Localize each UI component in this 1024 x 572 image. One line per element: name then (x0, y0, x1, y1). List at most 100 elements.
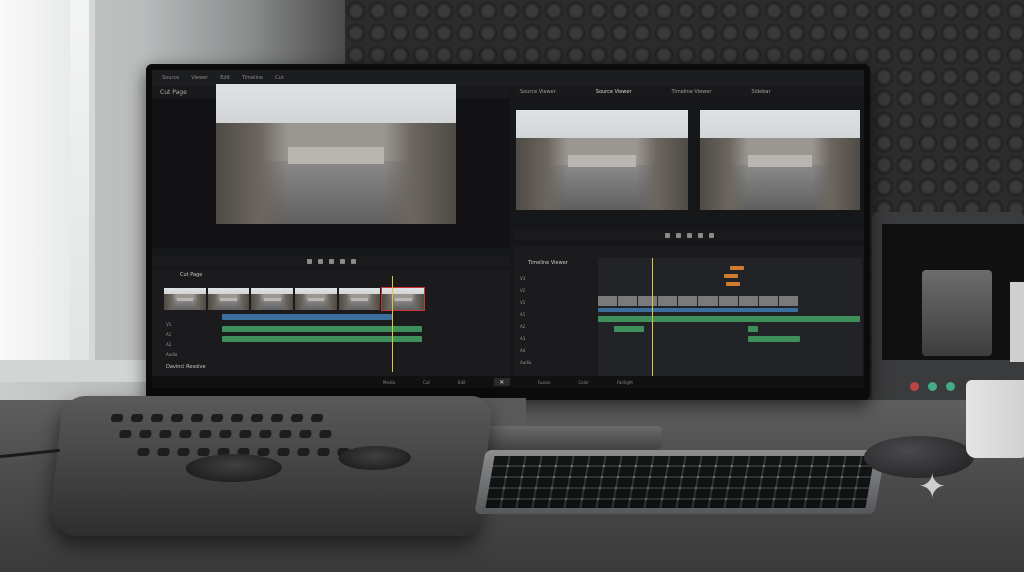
play-icon[interactable] (317, 258, 323, 264)
toolbar-tab-edit[interactable]: Edit (220, 75, 230, 81)
console-key[interactable] (298, 430, 312, 438)
right-tool-sidebar[interactable]: Sidebar (751, 89, 770, 95)
nav-color[interactable]: Color (579, 380, 589, 385)
console-key[interactable] (270, 414, 284, 422)
street-image (164, 288, 206, 310)
jog-wheel[interactable] (184, 454, 284, 482)
timeline-track-area[interactable] (598, 258, 862, 378)
track-label: A2 (166, 342, 172, 347)
console-key[interactable] (138, 430, 152, 438)
console-key[interactable] (130, 414, 144, 422)
playhead[interactable] (392, 276, 393, 372)
window-sill (0, 360, 150, 382)
keyframe-marker[interactable] (730, 266, 744, 270)
audio-clip[interactable] (598, 316, 860, 322)
console-key[interactable] (278, 430, 292, 438)
console-key[interactable] (238, 430, 252, 438)
nav-active-close-icon[interactable]: ✕ (493, 378, 510, 386)
shuttle-knob[interactable] (337, 446, 413, 470)
editing-console (48, 396, 494, 536)
console-key[interactable] (118, 430, 132, 438)
right-timeline: Timeline Viewer V3 V2 V1 A1 A2 A3 A4 Aud… (514, 246, 864, 386)
console-key[interactable] (170, 414, 184, 422)
keyframe-marker[interactable] (726, 282, 740, 286)
console-key[interactable] (257, 448, 270, 456)
track-label: V3 (520, 276, 526, 281)
console-key[interactable] (297, 448, 310, 456)
console-key[interactable] (317, 448, 330, 456)
audio-clip[interactable] (748, 326, 758, 332)
console-key[interactable] (318, 430, 332, 438)
forward-icon[interactable] (697, 232, 703, 238)
console-key[interactable] (178, 430, 192, 438)
console-key[interactable] (177, 448, 190, 456)
toolbar-tab-source[interactable]: Source (162, 75, 179, 81)
console-key[interactable] (230, 414, 244, 422)
video-clip-strip[interactable] (598, 296, 798, 306)
console-key[interactable] (310, 414, 324, 422)
console-key[interactable] (218, 430, 232, 438)
stop-icon[interactable] (686, 232, 692, 238)
clip-frame (778, 296, 798, 306)
console-key[interactable] (258, 430, 272, 438)
clip-thumbnail[interactable] (164, 288, 206, 310)
nav-edit[interactable]: Edit (458, 380, 466, 385)
clip-thumbnail[interactable] (295, 288, 337, 310)
stop-icon[interactable] (328, 258, 334, 264)
console-key[interactable] (277, 448, 290, 456)
video-clip[interactable] (598, 308, 798, 312)
nav-media[interactable]: Media (383, 380, 395, 385)
console-key[interactable] (190, 414, 204, 422)
audio-clip[interactable] (614, 326, 644, 332)
led-indicator (910, 382, 919, 391)
track-label: A1 (520, 312, 526, 317)
keyboard[interactable] (474, 450, 886, 514)
console-key[interactable] (157, 448, 170, 456)
nav-fairlight[interactable]: Fairlight (617, 380, 633, 385)
nav-fusion[interactable]: Fusion (538, 380, 551, 385)
clip-thumbnail[interactable] (207, 288, 250, 310)
toolbar-tab-timeline[interactable]: Timeline (242, 75, 263, 81)
left-viewer-frame[interactable] (216, 84, 456, 224)
track-label: V1 (520, 300, 526, 305)
play-icon[interactable] (675, 232, 681, 238)
clip-thumbnail[interactable] (338, 288, 381, 310)
timeline-viewer-frame[interactable] (700, 110, 860, 210)
left-transport-controls (152, 256, 510, 266)
clip-frame (658, 296, 678, 306)
toolbar-tab-viewer[interactable]: Viewer (191, 75, 208, 81)
keyframe-marker[interactable] (724, 274, 738, 278)
console-key[interactable] (197, 448, 210, 456)
forward-icon[interactable] (339, 258, 345, 264)
console-key[interactable] (210, 414, 224, 422)
rewind-icon[interactable] (306, 258, 312, 264)
tab-timeline-viewer[interactable]: Timeline Viewer (672, 89, 712, 95)
console-key[interactable] (137, 448, 150, 456)
console-key[interactable] (110, 414, 124, 422)
audio-clip[interactable] (748, 336, 800, 342)
track-label: A4 (520, 348, 526, 353)
toolbar-tab-cut[interactable]: Cut (275, 75, 284, 81)
loop-icon[interactable] (708, 232, 714, 238)
equipment-rack (872, 212, 1024, 402)
tab-source-viewer[interactable]: Source Viewer (596, 89, 632, 95)
video-clip[interactable] (222, 314, 392, 320)
street-image (338, 288, 381, 310)
clip-thumbnail-selected[interactable] (381, 287, 426, 311)
console-key[interactable] (290, 414, 304, 422)
console-key[interactable] (158, 430, 172, 438)
nav-cut[interactable]: Cut (423, 380, 430, 385)
clip-frame (678, 296, 698, 306)
console-key[interactable] (250, 414, 264, 422)
playhead[interactable] (652, 258, 653, 378)
clip-frame (598, 296, 618, 306)
loop-icon[interactable] (350, 258, 356, 264)
console-key[interactable] (198, 430, 212, 438)
rack-panel (882, 224, 1024, 362)
page-navigation: Media Cut Edit ✕ Fusion Color Fairlight (152, 376, 864, 388)
clip-thumbnail[interactable] (251, 288, 294, 310)
source-viewer-frame[interactable] (516, 110, 688, 210)
rewind-icon[interactable] (664, 232, 670, 238)
street-image (207, 288, 250, 310)
console-key[interactable] (150, 414, 164, 422)
